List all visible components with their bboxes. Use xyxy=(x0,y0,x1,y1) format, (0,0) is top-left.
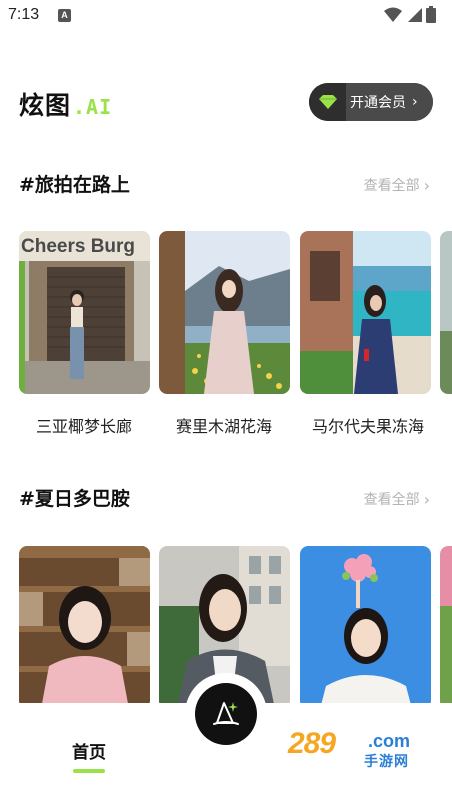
card-sayram[interactable] xyxy=(159,231,290,394)
card-image xyxy=(440,546,452,706)
watermark-number: 289 xyxy=(288,727,336,760)
card-image xyxy=(300,231,431,394)
watermark-logo: 289 .com 手游网 xyxy=(288,727,438,771)
nav-home-label: 首页 xyxy=(72,743,106,763)
app-logo: 炫图 .AI xyxy=(19,86,112,122)
create-button[interactable] xyxy=(195,683,257,745)
status-icons xyxy=(384,6,436,23)
section-title-travel: #旅拍在路上 xyxy=(19,174,130,196)
logo-suffix: .AI xyxy=(73,95,113,119)
card-summer-1[interactable] xyxy=(19,546,150,706)
card-image xyxy=(19,546,150,706)
status-bar: 7:13 A xyxy=(0,0,452,32)
sign-text: Cheers Burg xyxy=(21,236,135,257)
app-header: 炫图 .AI 开通会员 › xyxy=(0,80,452,124)
wifi-icon xyxy=(384,7,402,22)
watermark-sub: 手游网 xyxy=(364,754,409,770)
card-maldives[interactable] xyxy=(300,231,431,394)
bottom-nav: 首页 289 .com 手游网 xyxy=(0,673,452,805)
logo-main: 炫图 xyxy=(19,91,72,120)
card-sanya[interactable]: Cheers Burg xyxy=(19,231,150,394)
battery-icon xyxy=(426,6,436,23)
notification-icon: A xyxy=(58,9,71,22)
status-time: 7:13 xyxy=(8,6,40,23)
vip-button[interactable]: 开通会员 › xyxy=(309,83,433,121)
chevron-right-icon: › xyxy=(423,175,430,195)
card-peek[interactable] xyxy=(440,231,452,394)
section-title-summer: #夏日多巴胺 xyxy=(19,488,130,510)
vip-icon-area xyxy=(309,83,346,121)
card-label-sayram: 赛里木湖花海 xyxy=(175,417,272,436)
signal-icon xyxy=(408,7,422,22)
nav-active-indicator xyxy=(73,769,105,773)
nav-home[interactable]: 首页 xyxy=(58,738,120,773)
see-all-label: 查看全部 xyxy=(363,492,420,508)
chevron-right-icon: › xyxy=(423,489,430,509)
wizard-hat-icon xyxy=(213,702,239,725)
diamond-icon xyxy=(318,95,337,109)
vip-label: 开通会员 xyxy=(350,95,406,111)
card-image: Cheers Burg xyxy=(19,231,150,394)
see-all-travel[interactable]: 查看全部 › xyxy=(364,175,430,195)
card-summer-3[interactable] xyxy=(300,546,431,706)
card-image xyxy=(159,231,290,394)
card-image xyxy=(440,231,452,394)
see-all-summer[interactable]: 查看全部 › xyxy=(364,489,430,509)
card-label-maldives: 马尔代夫果冻海 xyxy=(311,417,424,436)
chevron-right-icon: › xyxy=(412,94,418,110)
watermark-domain: .com xyxy=(368,731,411,751)
card-image xyxy=(300,546,431,706)
vip-label-area: 开通会员 › xyxy=(346,83,433,121)
card-label-sanya: 三亚椰梦长廊 xyxy=(35,417,132,436)
card-row-travel: Cheers Burg 三亚椰梦长廊 赛里木湖花海 马尔代夫果冻海 xyxy=(0,231,452,441)
see-all-label: 查看全部 xyxy=(363,178,420,194)
create-button-ring xyxy=(185,673,267,755)
card-peek[interactable] xyxy=(440,546,452,706)
